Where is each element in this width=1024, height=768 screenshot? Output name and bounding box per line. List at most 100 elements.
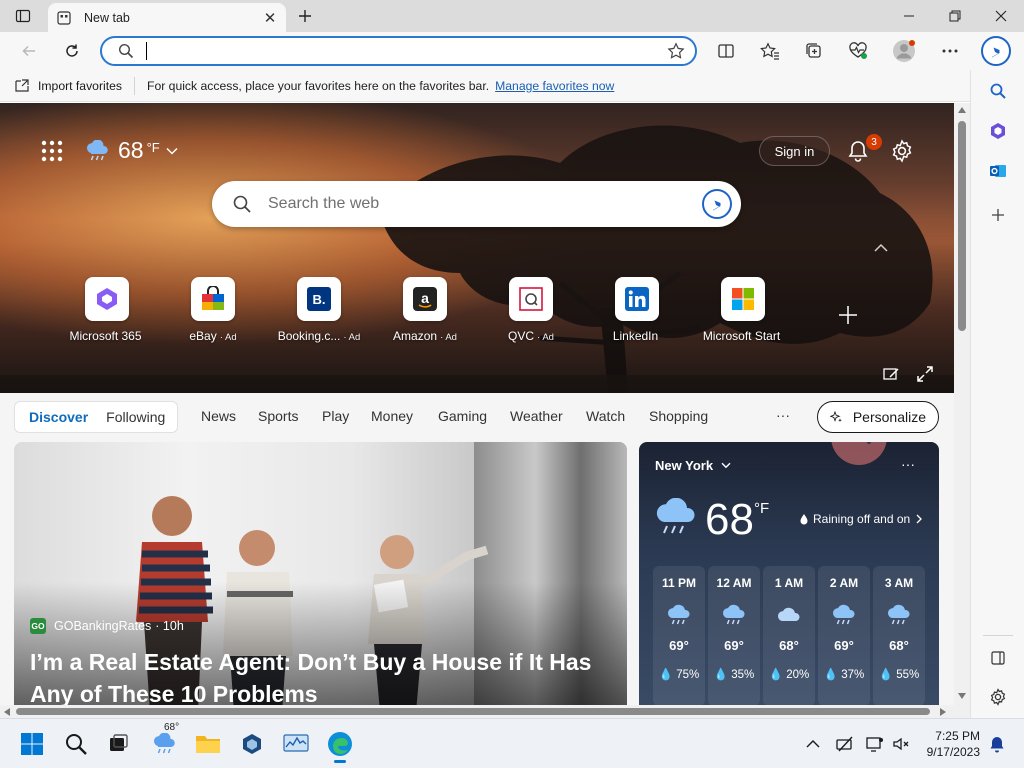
profile-avatar[interactable] bbox=[889, 36, 919, 66]
more-nav-button[interactable]: ··· bbox=[776, 407, 790, 423]
add-shortcut-icon[interactable] bbox=[836, 303, 860, 327]
edge-browser-icon[interactable] bbox=[326, 730, 354, 763]
microsoft365-icon bbox=[97, 288, 117, 310]
hour-temp: 68° bbox=[779, 638, 799, 653]
widgets-weather-icon[interactable]: 68° bbox=[150, 722, 179, 758]
minimize-button[interactable] bbox=[886, 0, 932, 32]
manage-favorites-link[interactable]: Manage favorites now bbox=[495, 79, 614, 93]
ad-label: · Ad bbox=[343, 332, 361, 343]
notification-bell-icon[interactable] bbox=[988, 735, 1006, 753]
speaker-muted-icon[interactable] bbox=[892, 735, 910, 753]
tile-ebay[interactable]: eBay · Ad bbox=[160, 277, 266, 347]
refresh-button[interactable] bbox=[57, 36, 87, 66]
browser-essentials-button[interactable] bbox=[843, 36, 873, 66]
settings-more-button[interactable] bbox=[935, 36, 965, 66]
back-button[interactable] bbox=[14, 36, 44, 66]
windows-start-icon[interactable] bbox=[18, 730, 46, 758]
horizontal-scroll-thumb[interactable] bbox=[16, 708, 930, 715]
collections-button[interactable] bbox=[799, 36, 829, 66]
hero-weather[interactable]: 68 °F bbox=[84, 137, 178, 164]
horizontal-scrollbar[interactable] bbox=[0, 705, 970, 718]
nav-gaming[interactable]: Gaming bbox=[438, 408, 487, 424]
tab-discover[interactable]: Discover bbox=[15, 409, 102, 425]
weather-card-more-icon[interactable]: ··· bbox=[901, 456, 915, 472]
hourly-forecast[interactable]: 11 PM 69° 💧 75% bbox=[653, 566, 705, 705]
tile-booking[interactable]: B. Booking.c... · Ad bbox=[266, 277, 372, 347]
task-view-icon[interactable] bbox=[104, 730, 132, 758]
news-card[interactable]: GO GOBankingRates · 10h I’m a Real Estat… bbox=[14, 442, 627, 705]
rain-cloud-icon bbox=[656, 498, 695, 534]
app-launcher-icon[interactable] bbox=[40, 139, 64, 163]
address-bar[interactable] bbox=[100, 36, 697, 66]
split-screen-button[interactable] bbox=[711, 36, 741, 66]
ad-label: · Ad bbox=[537, 332, 554, 343]
file-explorer-icon[interactable] bbox=[194, 730, 222, 758]
nav-news[interactable]: News bbox=[201, 408, 236, 424]
edit-background-icon[interactable] bbox=[882, 365, 900, 383]
web-search-input[interactable] bbox=[268, 195, 701, 213]
weather-city[interactable]: New York bbox=[655, 458, 731, 473]
sidebar-search-icon[interactable] bbox=[983, 76, 1013, 106]
close-tab-icon[interactable]: ✕ bbox=[262, 10, 278, 27]
sidebar-add-icon[interactable] bbox=[983, 200, 1013, 230]
hide-sidebar-icon[interactable] bbox=[983, 643, 1013, 673]
vertical-scrollbar[interactable] bbox=[954, 103, 970, 705]
hourly-forecast[interactable]: 3 AM 68° 💧 55% bbox=[873, 566, 925, 705]
favorites-button[interactable] bbox=[755, 36, 785, 66]
nav-weather[interactable]: Weather bbox=[510, 408, 563, 424]
system-clock[interactable]: 7:25 PM 9/17/2023 bbox=[914, 728, 980, 760]
nav-play[interactable]: Play bbox=[322, 408, 349, 424]
bing-chat-icon[interactable] bbox=[701, 188, 733, 220]
web-search-box[interactable] bbox=[212, 181, 741, 227]
display-icon[interactable] bbox=[866, 735, 884, 753]
sidebar-settings-icon[interactable] bbox=[983, 682, 1013, 712]
show-hidden-icons-chevron[interactable] bbox=[804, 735, 822, 753]
nav-watch[interactable]: Watch bbox=[586, 408, 625, 424]
article-headline[interactable]: I’m a Real Estate Agent: Don’t Buy a Hou… bbox=[30, 646, 610, 705]
nav-money[interactable]: Money bbox=[371, 408, 413, 424]
weather-condition[interactable]: Raining off and on bbox=[799, 512, 923, 526]
nav-shopping[interactable]: Shopping bbox=[649, 408, 708, 424]
import-favorites-button[interactable]: Import favorites bbox=[0, 76, 135, 95]
personalize-button[interactable]: Personalize bbox=[817, 401, 939, 433]
toolbar bbox=[0, 32, 1024, 70]
taskbar-search-icon[interactable] bbox=[62, 730, 90, 758]
vertical-scroll-thumb[interactable] bbox=[958, 121, 966, 331]
hour-time: 11 PM bbox=[661, 576, 697, 590]
hourly-forecast[interactable]: 12 AM 69° 💧 35% bbox=[708, 566, 760, 705]
feed-navigation: Discover Following News Sports Play Mone… bbox=[0, 393, 954, 443]
scroll-right-icon[interactable] bbox=[940, 708, 946, 716]
restore-button[interactable] bbox=[932, 0, 978, 32]
tile-linkedin[interactable]: LinkedIn bbox=[584, 277, 690, 347]
weather-card[interactable]: New York ··· 68 °F Raining off and on 11… bbox=[639, 442, 939, 705]
collapse-chevron-icon[interactable] bbox=[872, 239, 890, 257]
scroll-down-icon[interactable] bbox=[958, 693, 966, 699]
tile-microsoft-start[interactable]: Microsoft Start bbox=[690, 277, 796, 347]
nav-sports[interactable]: Sports bbox=[258, 408, 298, 424]
network-disconnected-icon[interactable] bbox=[836, 735, 854, 753]
address-input[interactable] bbox=[159, 43, 667, 59]
sidebar-outlook-icon[interactable] bbox=[983, 156, 1013, 186]
resource-monitor-icon[interactable] bbox=[282, 730, 310, 758]
page-settings-icon[interactable] bbox=[890, 139, 914, 163]
tab-new-tab[interactable]: New tab ✕ bbox=[48, 3, 286, 32]
virtualbox-icon[interactable] bbox=[238, 730, 266, 758]
hourly-forecast[interactable]: 2 AM 69° 💧 37% bbox=[818, 566, 870, 705]
close-window-button[interactable] bbox=[978, 0, 1024, 32]
tile-amazon[interactable]: a Amazon · Ad bbox=[372, 277, 478, 347]
tab-following[interactable]: Following bbox=[102, 409, 169, 425]
widget-temp-badge: 68° bbox=[164, 722, 180, 733]
favorite-star-icon[interactable] bbox=[667, 42, 685, 60]
bing-copilot-button[interactable] bbox=[980, 35, 1012, 67]
sidebar-microsoft365-icon[interactable] bbox=[983, 116, 1013, 146]
new-tab-button[interactable] bbox=[292, 4, 318, 28]
tile-qvc[interactable]: QVC · Ad bbox=[478, 277, 584, 347]
hourly-forecast[interactable]: 1 AM 68° 💧 20% bbox=[763, 566, 815, 705]
sign-in-button[interactable]: Sign in bbox=[759, 136, 830, 166]
scroll-up-icon[interactable] bbox=[958, 107, 966, 113]
expand-icon[interactable] bbox=[916, 365, 934, 383]
tab-actions-icon[interactable] bbox=[0, 0, 46, 32]
scroll-left-icon[interactable] bbox=[4, 708, 10, 716]
ad-label: · Ad bbox=[219, 332, 237, 343]
tile-microsoft-365[interactable]: Microsoft 365 bbox=[54, 277, 160, 347]
